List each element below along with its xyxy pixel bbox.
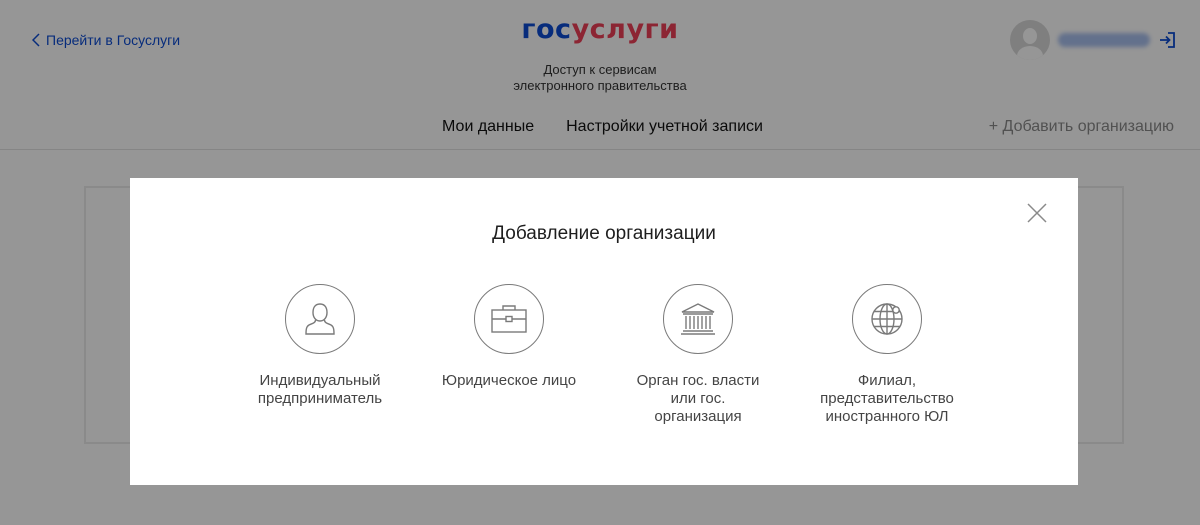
option-foreign-branch[interactable]: Филиал, представительство иностранного Ю…	[797, 284, 977, 426]
label-line: Орган гос. власти	[636, 372, 760, 389]
option-circle	[285, 284, 355, 354]
modal-title: Добавление организации	[492, 223, 716, 244]
label-line: организация	[654, 408, 742, 425]
option-legal-entity[interactable]: Юридическое лицо	[419, 284, 599, 390]
government-building-icon	[681, 303, 715, 335]
option-label: Юридическое лицо	[419, 372, 599, 390]
label-line: Филиал,	[857, 372, 917, 389]
option-label: Индивидуальный предприниматель	[230, 372, 410, 408]
globe-icon	[871, 303, 903, 335]
option-label: Орган гос. власти или гос. организация	[608, 372, 788, 426]
option-circle	[663, 284, 733, 354]
label-line: представительство	[820, 390, 954, 407]
add-organization-modal: Добавление организации Индивидуальный пр…	[130, 178, 1078, 485]
person-icon	[305, 303, 335, 335]
option-circle	[852, 284, 922, 354]
label-line: Индивидуальный	[259, 372, 381, 389]
label-line: Юридическое лицо	[441, 372, 577, 389]
label-line: иностранного ЮЛ	[825, 408, 949, 425]
option-label: Филиал, представительство иностранного Ю…	[797, 372, 977, 426]
briefcase-icon	[491, 305, 527, 333]
option-individual-entrepreneur[interactable]: Индивидуальный предприниматель	[230, 284, 410, 408]
label-line: или гос.	[670, 390, 726, 407]
option-circle	[474, 284, 544, 354]
close-icon[interactable]	[1026, 202, 1048, 224]
label-line: предприниматель	[257, 390, 383, 407]
option-government-body[interactable]: Орган гос. власти или гос. организация	[608, 284, 788, 426]
